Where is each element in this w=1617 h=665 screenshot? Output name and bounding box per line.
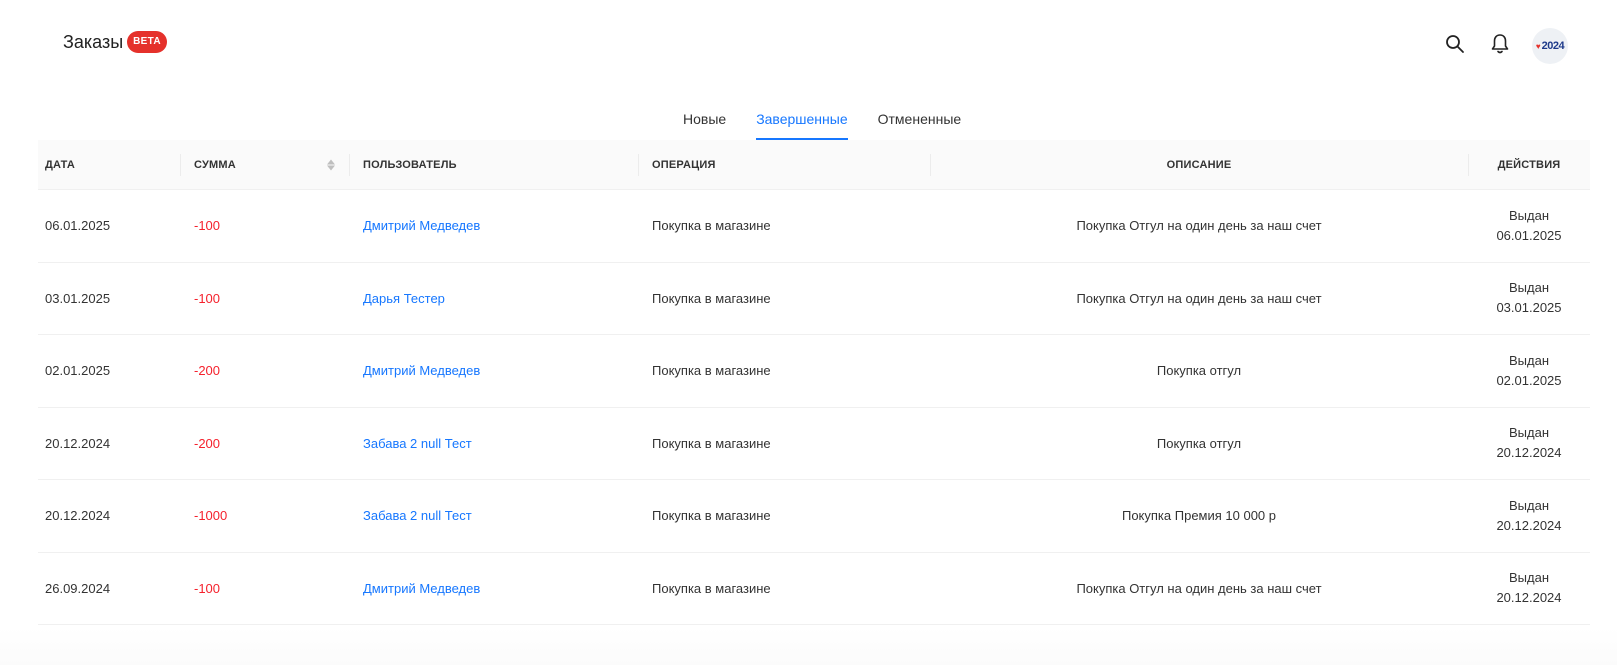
table-header: Дата Сумма Пользователь Операция Описани… (38, 140, 1590, 190)
action-date: 02.01.2025 (1496, 372, 1562, 388)
search-icon (1446, 35, 1464, 53)
column-header-description: Описание (930, 140, 1468, 189)
table-row: 20.12.2024 -200 Забава 2 null Тест Покуп… (38, 408, 1590, 480)
action-date: 20.12.2024 (1496, 517, 1562, 533)
column-header-operation: Операция (638, 140, 930, 189)
page-title-text: Заказы (63, 31, 124, 52)
cell-amount: -100 (194, 580, 221, 596)
cell-operation: Покупка в магазине (652, 218, 771, 234)
column-header-user: Пользователь (349, 140, 638, 189)
user-link[interactable]: Забава 2 null Тест (363, 436, 472, 451)
action-status: Выдан (1508, 352, 1549, 368)
cell-date: 02.01.2025 (45, 363, 111, 379)
action-date: 06.01.2025 (1496, 227, 1562, 243)
cell-amount: -200 (194, 363, 221, 379)
orders-table: Дата Сумма Пользователь Операция Описани… (38, 140, 1590, 625)
cell-description: Покупка отгул (1156, 363, 1242, 379)
column-header-date: Дата (45, 158, 76, 171)
cell-description: Покупка Отгул на один день за наш счет (1076, 580, 1322, 596)
cell-user: Забава 2 null Тест (349, 480, 638, 552)
cell-amount: -200 (194, 435, 221, 451)
cell-user: Дмитрий Медведев (349, 553, 638, 625)
page-title: Заказы BETA (63, 31, 167, 53)
cell-actions: Выдан 20.12.2024 (1468, 480, 1590, 552)
header: Заказы BETA ♥ 2024 (0, 0, 1617, 86)
cell-user: Забава 2 null Тест (349, 408, 638, 480)
footer-area (0, 628, 1617, 665)
table-row: 26.09.2024 -100 Дмитрий Медведев Покупка… (38, 553, 1590, 625)
cell-date: 20.12.2024 (45, 508, 111, 524)
action-date: 20.12.2024 (1496, 590, 1562, 606)
cell-description: Покупка Отгул на один день за наш счет (1076, 290, 1322, 306)
column-header-actions: Действия (1468, 140, 1590, 189)
orders-page: Заказы BETA ♥ 2024 Новые Завершенные Отм… (0, 0, 1617, 665)
cell-amount: -1000 (194, 508, 228, 524)
cell-amount: -100 (194, 218, 221, 234)
cell-description: Покупка отгул (1156, 435, 1242, 451)
cell-description: Покупка Отгул на один день за наш счет (1076, 218, 1322, 234)
action-status: Выдан (1508, 570, 1549, 586)
cell-actions: Выдан 02.01.2025 (1468, 335, 1590, 407)
cell-actions: Выдан 06.01.2025 (1468, 190, 1590, 262)
table-row: 20.12.2024 -1000 Забава 2 null Тест Поку… (38, 480, 1590, 553)
heart-icon: ♥ (1535, 41, 1541, 51)
avatar-logo-text: 2024 (1541, 40, 1565, 52)
user-link[interactable]: Дмитрий Медведев (363, 581, 480, 596)
action-date: 20.12.2024 (1496, 445, 1562, 461)
bell-icon (1491, 34, 1509, 54)
cell-user: Дарья Тестер (349, 263, 638, 335)
cell-user: Дмитрий Медведев (349, 335, 638, 407)
cell-operation: Покупка в магазине (652, 508, 771, 524)
cell-date: 03.01.2025 (45, 290, 111, 306)
cell-amount: -100 (194, 290, 221, 306)
cell-actions: Выдан 20.12.2024 (1468, 408, 1590, 480)
cell-operation: Покупка в магазине (652, 580, 771, 596)
cell-actions: Выдан 20.12.2024 (1468, 553, 1590, 625)
table-row: 03.01.2025 -100 Дарья Тестер Покупка в м… (38, 263, 1590, 335)
table-body: 06.01.2025 -100 Дмитрий Медведев Покупка… (38, 190, 1590, 625)
cell-operation: Покупка в магазине (652, 435, 771, 451)
column-header-amount-label: Сумма (194, 158, 236, 171)
user-link[interactable]: Дмитрий Медведев (363, 218, 480, 233)
search-button[interactable] (1439, 28, 1471, 60)
action-status: Выдан (1508, 280, 1549, 296)
sort-icon[interactable] (327, 159, 335, 170)
user-link[interactable]: Дмитрий Медведев (363, 363, 480, 378)
cell-actions: Выдан 03.01.2025 (1468, 263, 1590, 335)
tab-completed[interactable]: Завершенные (756, 100, 849, 140)
cell-date: 06.01.2025 (45, 218, 111, 234)
action-date: 03.01.2025 (1496, 300, 1562, 316)
tab-cancelled[interactable]: Отмененные (878, 100, 962, 140)
cell-description: Покупка Премия 10 000 р (1121, 508, 1277, 524)
user-link[interactable]: Забава 2 null Тест (363, 508, 472, 523)
column-header-amount[interactable]: Сумма (180, 140, 349, 189)
table-row: 06.01.2025 -100 Дмитрий Медведев Покупка… (38, 190, 1590, 263)
cell-user: Дмитрий Медведев (349, 190, 638, 262)
tabs: Новые Завершенные Отмененные (0, 100, 1617, 140)
cell-operation: Покупка в магазине (652, 290, 771, 306)
cell-date: 20.12.2024 (45, 435, 111, 451)
avatar[interactable]: ♥ 2024 (1532, 28, 1568, 64)
action-status: Выдан (1508, 425, 1549, 441)
action-status: Выдан (1508, 497, 1549, 513)
cell-date: 26.09.2024 (45, 580, 111, 596)
user-link[interactable]: Дарья Тестер (363, 291, 445, 306)
action-status: Выдан (1508, 207, 1549, 223)
tab-new[interactable]: Новые (683, 100, 726, 140)
beta-badge: BETA (127, 31, 167, 53)
cell-operation: Покупка в магазине (652, 363, 771, 379)
table-row: 02.01.2025 -200 Дмитрий Медведев Покупка… (38, 335, 1590, 408)
notifications-button[interactable] (1484, 28, 1516, 60)
